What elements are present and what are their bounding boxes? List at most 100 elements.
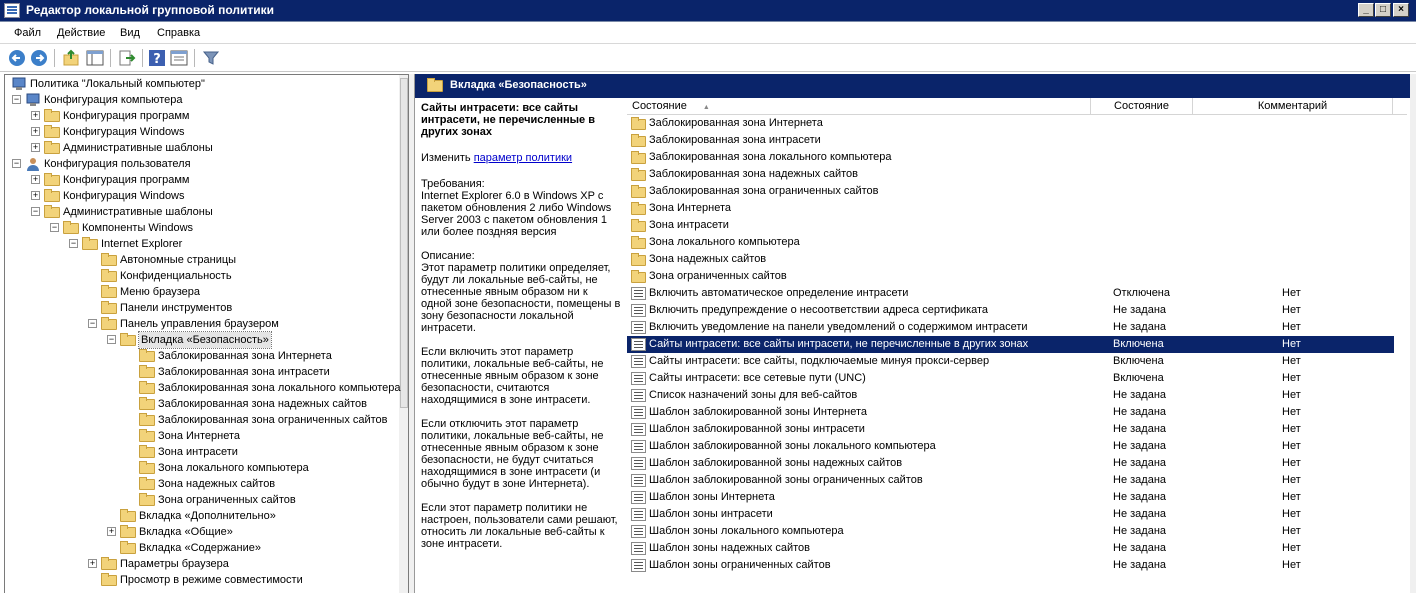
tree-item[interactable]: Просмотр в режиме совместимости [5,572,395,588]
tree-item[interactable]: − Компоненты Windows [5,220,395,236]
list-row[interactable]: Заблокированная зона Интернета [627,115,1407,132]
list-row[interactable]: Шаблон заблокированной зоны ограниченных… [627,472,1407,489]
close-button[interactable]: × [1393,3,1409,17]
tree-item[interactable]: − Панель управления браузером [5,316,395,332]
list-row[interactable]: Шаблон зоны ограниченных сайтов Не задана… [627,557,1407,574]
collapse-icon[interactable]: − [107,335,116,344]
forward-icon[interactable] [30,49,48,67]
list-row[interactable]: Сайты интрасети: все сайты интрасети, не… [627,336,1394,353]
up-folder-icon[interactable] [62,49,80,67]
right-scrollbar[interactable] [1410,74,1416,593]
tree-item[interactable]: − Вкладка «Безопасность» [5,331,395,349]
row-state: Не задана [1113,491,1167,503]
menu-view[interactable]: Вид [120,27,140,39]
expand-icon[interactable]: + [31,111,40,120]
list-row[interactable]: Зона Интернета [627,200,1407,217]
collapse-icon[interactable]: − [12,95,21,104]
list-row[interactable]: Шаблон зоны локального компьютера Не зада… [627,523,1407,540]
list-row[interactable]: Сайты интрасети: все сайты, подключаемые… [627,353,1407,370]
list-row[interactable]: Заблокированная зона ограниченных сайтов [627,183,1407,200]
tree-item[interactable]: Заблокированная зона локального компьюте… [5,380,401,396]
tree-item[interactable]: Заблокированная зона ограниченных сайтов [5,412,395,428]
column-header-state[interactable]: Состояние [1091,98,1193,115]
expand-icon[interactable]: + [107,527,116,536]
list-row[interactable]: Заблокированная зона интрасети [627,132,1407,149]
list-row[interactable]: Зона локального компьютера [627,234,1407,251]
tree-item[interactable]: + Конфигурация Windows [5,188,395,204]
tree-item[interactable]: Зона ограниченных сайтов [5,492,395,508]
list-row[interactable]: Шаблон заблокированной зоны интрасети Не … [627,421,1407,438]
properties-icon[interactable] [170,49,188,67]
collapse-icon[interactable]: − [50,223,59,232]
tree-item-label: Компоненты Windows [82,222,194,234]
tree-item[interactable]: − Конфигурация компьютера [5,92,395,108]
tree-item[interactable]: + Конфигурация Windows [5,124,395,140]
tree-item[interactable]: + Административные шаблоны [5,140,395,156]
filter-icon[interactable] [202,49,220,67]
edit-policy-link[interactable]: параметр политики [474,152,572,164]
tree-item[interactable]: + Конфигурация программ [5,172,395,188]
maximize-button[interactable]: □ [1375,3,1391,17]
list-row[interactable]: Включить предупреждение о несоответствии… [627,302,1407,319]
list-row[interactable]: Шаблон заблокированной зоны Интернета Не … [627,404,1407,421]
list-row[interactable]: Шаблон заблокированной зоны локального к… [627,438,1407,455]
collapse-icon[interactable]: − [12,159,21,168]
expand-icon[interactable]: + [31,127,40,136]
export-list-icon[interactable] [118,49,136,67]
minimize-button[interactable]: _ [1358,3,1374,17]
collapse-icon[interactable]: − [88,319,97,328]
help-icon[interactable]: ? [148,49,166,67]
policy-setting-icon [631,389,646,402]
column-header-comment[interactable]: Комментарий [1193,98,1393,115]
tree-item[interactable]: − Конфигурация пользователя [5,156,395,172]
show-hide-tree-icon[interactable] [86,49,104,67]
list-row[interactable]: Шаблон зоны Интернета Не задана Нет [627,489,1407,506]
list-row[interactable]: Зона надежных сайтов [627,251,1407,268]
list-row[interactable]: Шаблон зоны надежных сайтов Не задана Нет [627,540,1407,557]
list-row[interactable]: Шаблон зоны интрасети Не задана Нет [627,506,1407,523]
tree-item[interactable]: Зона надежных сайтов [5,476,395,492]
tree-scrollbar[interactable] [399,75,408,593]
tree-item[interactable]: Заблокированная зона Интернета [5,348,395,364]
collapse-icon[interactable]: − [31,207,40,216]
tree-item[interactable]: Меню браузера [5,284,395,300]
tree-item[interactable]: + Параметры браузера [5,556,395,572]
tree-item[interactable]: Заблокированная зона интрасети [5,364,395,380]
tree-item[interactable]: Зона локального компьютера [5,460,395,476]
list-row[interactable]: Сайты интрасети: все сетевые пути (UNC) В… [627,370,1407,387]
tree-item[interactable]: Заблокированная зона надежных сайтов [5,396,395,412]
expand-icon[interactable]: + [31,175,40,184]
collapse-icon[interactable]: − [69,239,78,248]
tree-item[interactable]: Автономные страницы [5,252,395,268]
tree-item[interactable]: − Internet Explorer [5,236,395,252]
tree-item[interactable]: − Административные шаблоны [5,204,395,220]
row-state: Не задана [1113,508,1167,520]
menu-action[interactable]: Действие [57,27,105,39]
list-row[interactable]: Шаблон заблокированной зоны надежных сай… [627,455,1407,472]
list-row[interactable]: Заблокированная зона надежных сайтов [627,166,1407,183]
tree-item[interactable]: + Конфигурация программ [5,108,395,124]
tree-item[interactable]: Конфиденциальность [5,268,395,284]
expand-icon[interactable]: + [88,559,97,568]
expand-icon[interactable]: + [31,143,40,152]
tree-item[interactable]: Политика "Локальный компьютер" [5,76,395,92]
tree-item[interactable]: Вкладка «Дополнительно» [5,508,395,524]
list-row[interactable]: Зона ограниченных сайтов [627,268,1407,285]
tree-item[interactable]: Вкладка «Содержание» [5,540,395,556]
row-state: Не задана [1113,542,1167,554]
list-row[interactable]: Включить автоматическое определение интр… [627,285,1407,302]
column-header-name[interactable]: Состояние ▲ [627,98,1091,115]
menu-help[interactable]: Справка [157,27,200,39]
list-row[interactable]: Заблокированная зона локального компьюте… [627,149,1407,166]
back-icon[interactable] [8,49,26,67]
tree-item[interactable]: Зона Интернета [5,428,395,444]
tree-scroll-thumb[interactable] [400,78,408,408]
list-row[interactable]: Зона интрасети [627,217,1407,234]
tree-item[interactable]: + Вкладка «Общие» [5,524,395,540]
tree-item[interactable]: Панели инструментов [5,300,395,316]
menu-file[interactable]: Файл [14,27,41,39]
expand-icon[interactable]: + [31,191,40,200]
list-row[interactable]: Список назначений зоны для веб-сайтов Не … [627,387,1407,404]
tree-item[interactable]: Зона интрасети [5,444,395,460]
list-row[interactable]: Включить уведомление на панели уведомлен… [627,319,1407,336]
